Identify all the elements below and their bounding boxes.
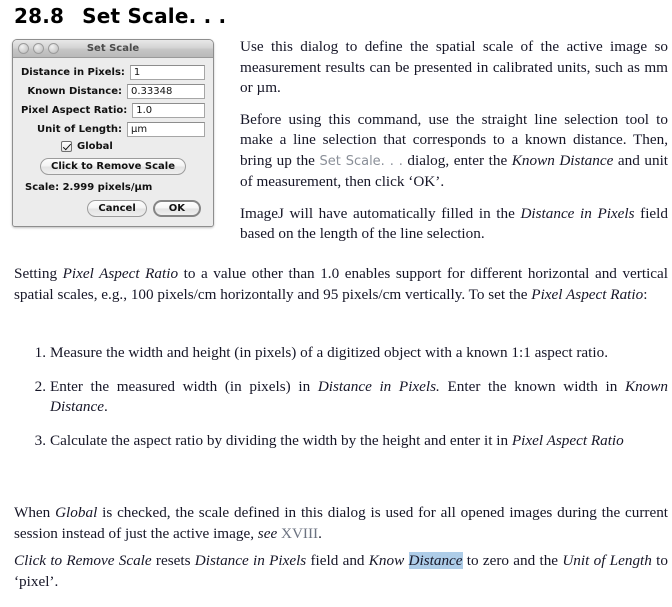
field-row-pixel-aspect-ratio: Pixel Aspect Ratio: 1.0	[21, 103, 205, 118]
global-text-b: is checked, the scale defined in this di…	[14, 504, 669, 542]
step-1-text: Measure the width and height (in pixels)…	[50, 344, 608, 361]
global-checkbox[interactable]	[61, 141, 72, 152]
step-number-2: 2.	[34, 377, 46, 395]
intro-1-text: Use this dialog to define the spatial sc…	[240, 38, 668, 96]
field-row-distance-in-pixels: Distance in Pixels: 1	[21, 65, 205, 80]
dialog-titlebar[interactable]: Set Scale	[13, 40, 213, 58]
distance-in-pixels-input[interactable]: 1	[129, 65, 205, 80]
remove-text-c: to zero and the	[462, 552, 563, 569]
scale-readout: Scale: 2.999 pixels/µm	[25, 182, 153, 193]
minimize-button-icon[interactable]	[33, 43, 44, 54]
global-emphasis: Global	[55, 504, 98, 521]
remove-text-a: resets	[151, 552, 195, 569]
paragraph-remove-scale: Click to Remove Scale resets Distance in…	[14, 551, 668, 592]
steps-list-wrapper: 1. Measure the width and height (in pixel…	[14, 343, 668, 464]
setting-text-c: :	[643, 285, 648, 303]
global-checkbox-row[interactable]: Global	[61, 141, 205, 152]
click-to-remove-scale-emphasis: Click to Remove Scale	[14, 552, 152, 569]
list-item: 2. Enter the measured width (in pixels) i…	[14, 377, 668, 418]
distance-in-pixels-label: Distance in Pixels:	[21, 67, 125, 78]
remove-text-b: field and	[306, 552, 369, 569]
see-emphasis: see	[257, 524, 278, 542]
close-button-icon[interactable]	[18, 43, 29, 54]
paragraph-intro-2: Before using this command, use the strai…	[240, 110, 668, 193]
page-title: 28.8 Set Scale. . .	[14, 4, 226, 28]
pixel-aspect-ratio-emphasis-1: Pixel Aspect Ratio	[62, 265, 179, 282]
section-title: Set Scale. . .	[82, 4, 227, 28]
known-distance-emphasis: Known Distance	[511, 151, 614, 169]
intro-2-text-b: dialog, enter the	[402, 151, 512, 169]
set-scale-dialog: Set Scale Distance in Pixels: 1 Known Di…	[12, 39, 214, 227]
pixel-aspect-ratio-label: Pixel Aspect Ratio:	[21, 105, 128, 116]
pixel-aspect-ratio-input[interactable]: 1.0	[132, 103, 205, 118]
window-controls	[18, 43, 59, 54]
unit-of-length-input[interactable]: µm	[127, 122, 205, 137]
list-item: 1. Measure the width and height (in pixel…	[14, 343, 668, 364]
list-item: 3. Calculate the aspect ratio by dividing…	[14, 431, 668, 452]
field-row-unit-of-length: Unit of Length: µm	[21, 122, 205, 137]
section-number: 28.8	[14, 4, 65, 28]
known-distance-label: Known Distance:	[27, 86, 122, 97]
step-3-emphasis: Pixel Aspect Ratio	[511, 431, 624, 449]
step-2-text-b: Enter the known width in	[439, 377, 625, 395]
distance-in-pixels-emphasis: Distance in Pixels	[520, 204, 635, 222]
dialog-body: Distance in Pixels: 1 Known Distance: 0.…	[13, 58, 213, 226]
step-3-text-a: Calculate the aspect ratio by dividing t…	[50, 431, 512, 449]
pixel-aspect-ratio-emphasis-2: Pixel Aspect Ratio	[531, 285, 644, 303]
global-text-a: When	[14, 504, 56, 521]
step-number-1: 1.	[34, 344, 46, 361]
click-to-remove-scale-button[interactable]: Click to Remove Scale	[39, 158, 187, 175]
step-number-3: 3.	[34, 431, 46, 449]
steps-list: 1. Measure the width and height (in pixel…	[14, 343, 668, 451]
paragraph-global: When Global is checked, the scale define…	[14, 503, 668, 544]
step-2-text-a: Enter the measured width (in pixels) in	[50, 377, 318, 395]
cancel-button[interactable]: Cancel	[87, 200, 147, 217]
dialog-button-row: Cancel OK	[21, 200, 205, 217]
global-checkbox-label: Global	[77, 141, 113, 152]
unit-of-length-label: Unit of Length:	[37, 124, 122, 135]
xviii-cross-reference-link[interactable]: XVIII	[281, 525, 318, 542]
zoom-button-icon[interactable]	[48, 43, 59, 54]
step-2-text-c: .	[104, 398, 108, 415]
step-2-emphasis-1: Distance in Pixels.	[317, 377, 440, 395]
paragraph-setting-pixel-aspect-ratio: Setting Pixel Aspect Ratio to a value ot…	[14, 264, 668, 305]
paragraph-intro-1: Use this dialog to define the spatial sc…	[240, 37, 668, 99]
set-scale-menu-link[interactable]: Set Scale. . .	[319, 154, 402, 169]
distance-in-pixels-emphasis-2: Distance in Pixels	[194, 552, 307, 569]
ok-button[interactable]: OK	[152, 200, 201, 217]
setting-text-a: Setting	[14, 265, 63, 282]
global-text-c: .	[318, 524, 322, 542]
know-emphasis: Know	[368, 552, 409, 569]
paragraph-intro-3: ImageJ will have automatically filled in…	[240, 204, 668, 245]
remove-scale-row: Click to Remove Scale	[21, 158, 205, 175]
right-column: Use this dialog to define the spatial sc…	[240, 37, 668, 245]
known-distance-input[interactable]: 0.33348	[127, 84, 205, 99]
intro-3-text-a: ImageJ will have automatically filled in…	[240, 204, 521, 222]
unit-of-length-emphasis: Unit of Length	[562, 552, 652, 569]
selected-distance-highlight[interactable]: Distance	[408, 552, 463, 569]
field-row-known-distance: Known Distance: 0.33348	[21, 84, 205, 99]
